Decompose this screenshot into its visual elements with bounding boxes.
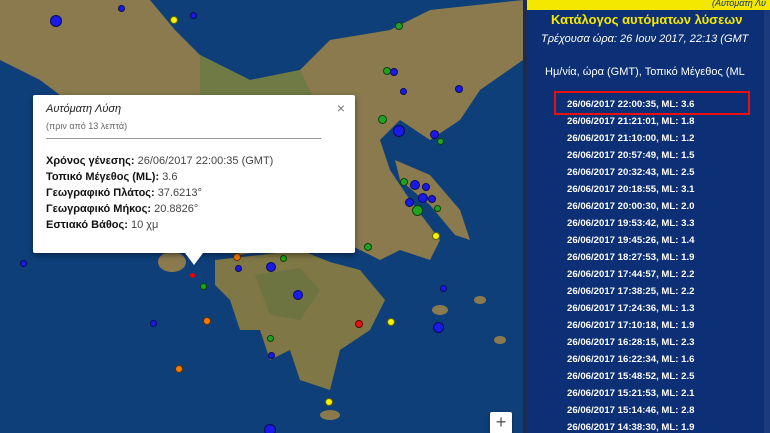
origin-time-label: Χρόνος γένεσης: [46,155,135,167]
event-marker[interactable] [422,183,430,191]
event-list-item[interactable]: 26/06/2017 20:57:49, ML: 1.5 [567,147,694,164]
event-list-item[interactable]: 26/06/2017 20:00:30, ML: 2.0 [567,198,694,215]
event-info-popup: Αυτόματη Λύση (πριν από 13 λεπτά) × Χρόν… [33,95,355,265]
event-marker[interactable] [293,290,303,300]
close-icon[interactable]: × [337,100,345,116]
event-marker[interactable] [50,15,62,27]
list-columns-header: Ημ/νία, ώρα (GMT), Τοπικό Μέγεθος (ML [545,66,745,78]
magnitude-label: Τοπικό Μέγεθος (ML): [46,171,160,183]
event-list-item[interactable]: 26/06/2017 20:18:55, ML: 3.1 [567,181,694,198]
event-list-item[interactable]: 26/06/2017 15:48:52, ML: 2.5 [567,368,694,385]
event-marker[interactable] [395,22,403,30]
event-marker[interactable] [387,318,395,326]
current-time: Τρέχουσα ώρα: 26 Ιουν 2017, 22:13 (GMT [541,33,749,45]
popup-title: Αυτόματη Λύση [46,103,122,115]
event-list-item[interactable]: 26/06/2017 17:38:25, ML: 2.2 [567,283,694,300]
event-marker[interactable] [280,255,287,262]
popup-details: Χρόνος γένεσης: 26/06/2017 22:00:35 (GMT… [46,153,273,233]
magnitude-value: 3.6 [162,171,178,183]
event-marker[interactable] [393,125,405,137]
event-marker[interactable] [235,265,242,272]
event-marker[interactable] [20,260,27,267]
event-list-item[interactable]: 26/06/2017 16:22:34, ML: 1.6 [567,351,694,368]
magnitude-row: Τοπικό Μέγεθος (ML): 3.6 [46,169,273,185]
event-marker[interactable] [364,243,372,251]
panel-top-strip: (Αυτόματη Λύ [527,0,770,10]
event-marker[interactable] [433,322,444,333]
event-list-item[interactable]: 26/06/2017 21:21:01, ML: 1.8 [567,113,694,130]
panel-heading: Κατάλογος αυτόματων λύσεων [551,12,743,27]
latitude-row: Γεωγραφικό Πλάτος: 37.6213° [46,185,273,201]
event-marker[interactable] [267,335,274,342]
event-marker[interactable] [400,88,407,95]
event-list-item[interactable]: 26/06/2017 18:27:53, ML: 1.9 [567,249,694,266]
event-list-item[interactable]: 26/06/2017 17:24:36, ML: 1.3 [567,300,694,317]
zoom-in-button[interactable]: + [490,412,512,433]
panel-scrollbar[interactable] [764,10,770,433]
event-list: 26/06/2017 22:00:35, ML: 3.6 26/06/2017 2… [567,96,694,433]
event-marker[interactable] [175,365,183,373]
event-marker[interactable] [428,195,436,203]
event-marker[interactable] [412,205,423,216]
panel-top-label: (Αυτόματη Λύ [711,0,766,8]
event-list-item[interactable]: 26/06/2017 19:45:26, ML: 1.4 [567,232,694,249]
event-marker[interactable] [355,320,363,328]
event-marker[interactable] [437,138,444,145]
event-marker[interactable] [400,178,408,186]
event-marker[interactable] [325,398,333,406]
longitude-label: Γεωγραφικό Μήκος: [46,203,152,215]
event-list-item[interactable]: 26/06/2017 20:32:43, ML: 2.5 [567,164,694,181]
depth-label: Εστιακό Βάθος: [46,219,128,231]
event-marker[interactable] [190,12,197,19]
popup-divider [46,138,321,139]
latitude-label: Γεωγραφικό Πλάτος: [46,187,155,199]
event-marker[interactable] [264,424,276,433]
event-list-item[interactable]: 26/06/2017 14:38:30, ML: 1.9 [567,419,694,433]
event-marker[interactable] [440,285,447,292]
event-list-item[interactable]: 26/06/2017 15:14:46, ML: 2.8 [567,402,694,419]
event-list-item[interactable]: 26/06/2017 22:00:35, ML: 3.6 [567,96,694,113]
latitude-value: 37.6213° [157,187,202,199]
longitude-value: 20.8826° [154,203,199,215]
longitude-row: Γεωγραφικό Μήκος: 20.8826° [46,201,273,217]
selected-event-marker[interactable] [190,273,195,278]
event-marker[interactable] [150,320,157,327]
event-marker[interactable] [410,180,420,190]
event-marker[interactable] [434,205,441,212]
event-marker[interactable] [390,68,398,76]
event-list-panel: (Αυτόματη Λύ Κατάλογος αυτόματων λύσεων … [523,0,770,433]
event-marker[interactable] [432,232,440,240]
event-marker[interactable] [200,283,207,290]
popup-subtitle: (πριν από 13 λεπτά) [46,121,128,131]
event-marker[interactable] [455,85,463,93]
event-marker[interactable] [418,193,428,203]
event-list-item[interactable]: 26/06/2017 17:10:18, ML: 1.9 [567,317,694,334]
event-list-item[interactable]: 26/06/2017 21:10:00, ML: 1.2 [567,130,694,147]
origin-time-row: Χρόνος γένεσης: 26/06/2017 22:00:35 (GMT… [46,153,273,169]
event-list-item[interactable]: 26/06/2017 19:53:42, ML: 3.3 [567,215,694,232]
event-marker[interactable] [170,16,178,24]
event-marker[interactable] [233,253,241,261]
event-list-item[interactable]: 26/06/2017 15:21:53, ML: 2.1 [567,385,694,402]
event-marker[interactable] [266,262,276,272]
origin-time-value: 26/06/2017 22:00:35 (GMT) [137,155,274,167]
depth-value: 10 χμ [130,219,159,231]
event-list-item[interactable]: 26/06/2017 17:44:57, ML: 2.2 [567,266,694,283]
event-marker[interactable] [268,352,275,359]
event-marker[interactable] [378,115,387,124]
event-list-item[interactable]: 26/06/2017 16:28:15, ML: 2.3 [567,334,694,351]
depth-row: Εστιακό Βάθος: 10 χμ [46,217,273,233]
map-view[interactable]: Αυτόματη Λύση (πριν από 13 λεπτά) × Χρόν… [0,0,523,433]
event-marker[interactable] [118,5,125,12]
event-marker[interactable] [203,317,211,325]
